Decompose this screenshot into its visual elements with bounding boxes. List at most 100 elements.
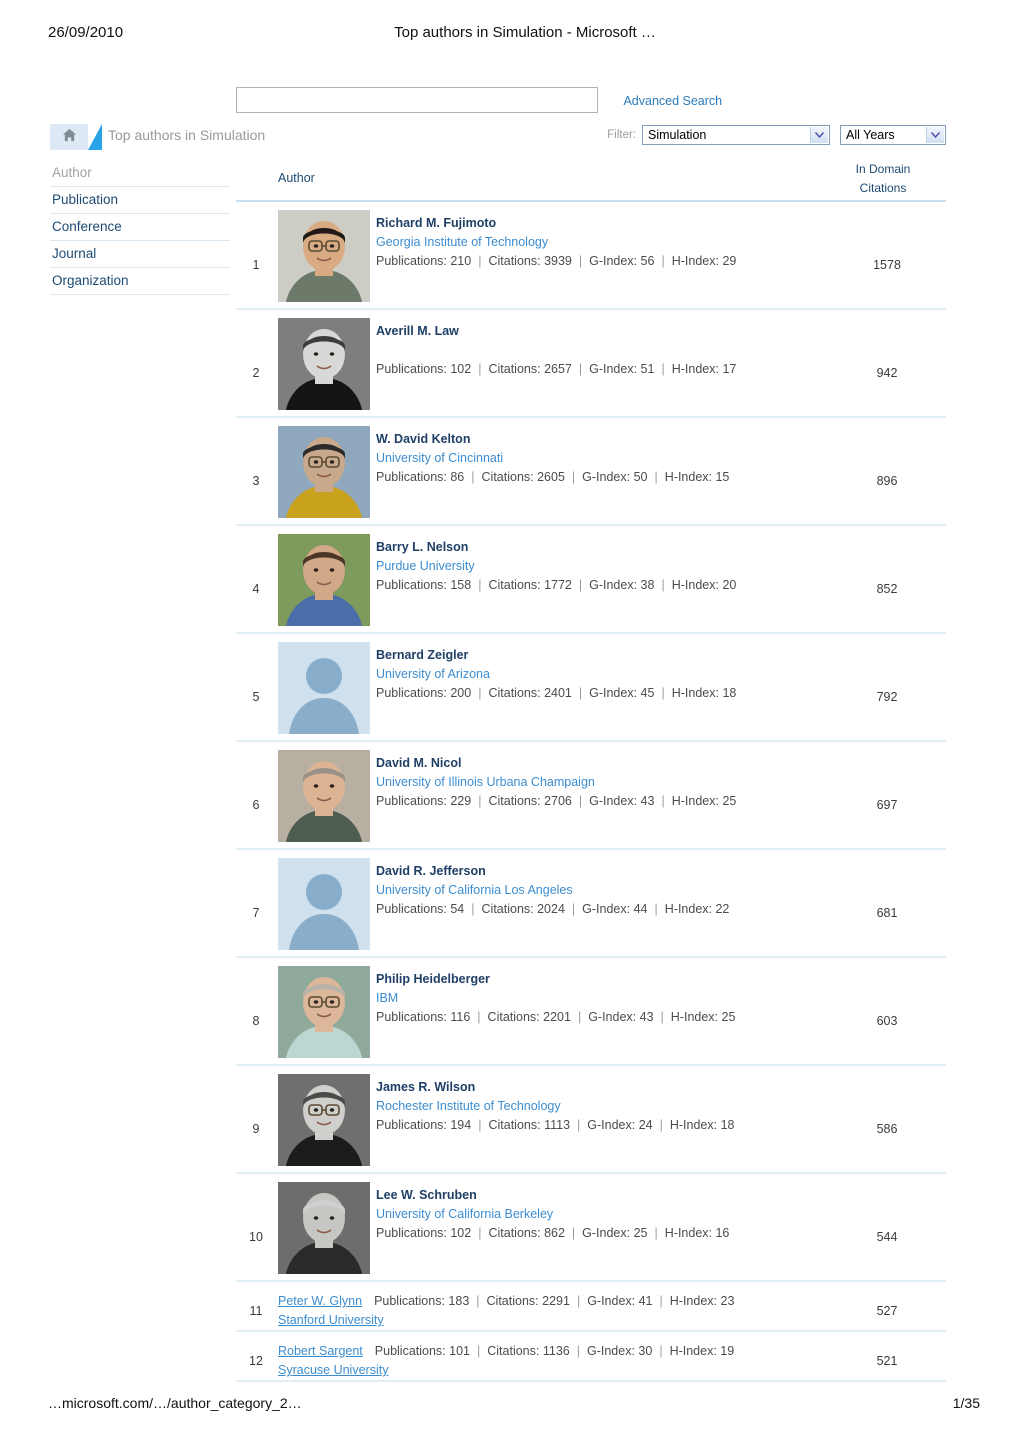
home-button[interactable] xyxy=(50,124,88,150)
author-organization-link[interactable]: University of California Berkeley xyxy=(376,1207,553,1221)
author-organization-link[interactable]: University of Illinois Urbana Champaign xyxy=(376,775,595,789)
search-input[interactable] xyxy=(236,87,598,113)
author-organization-link[interactable]: Syracuse University xyxy=(278,1363,388,1377)
stat-separator: | xyxy=(477,1010,481,1024)
hindex-label: H-Index: xyxy=(670,1010,719,1024)
table-row: 10 Lee W. Schruben University of Californi… xyxy=(236,1174,946,1282)
sidebar: Author Publication Conference Journal Organi… xyxy=(50,160,230,295)
sidebar-item-label: Author xyxy=(52,165,92,180)
photo-schruben xyxy=(278,1182,370,1274)
author-photo[interactable] xyxy=(278,858,370,950)
author-organization-link[interactable]: IBM xyxy=(376,991,398,1005)
author-photo[interactable] xyxy=(278,426,370,518)
author-name-link[interactable]: W. David Kelton xyxy=(376,432,470,446)
author-name-link[interactable]: Barry L. Nelson xyxy=(376,540,468,554)
author-organization-link[interactable]: Purdue University xyxy=(376,559,475,573)
print-footer: …microsoft.com/…/author_category_2… 1/35 xyxy=(0,1395,1020,1417)
hindex-label: H-Index: xyxy=(671,362,719,376)
author-organization-link[interactable]: University of Cincinnati xyxy=(376,451,503,465)
column-header-line1: In Domain xyxy=(855,162,911,176)
author-photo[interactable] xyxy=(278,318,370,410)
author-organization-link[interactable]: Rochester Institute of Technology xyxy=(376,1099,561,1113)
citations-label: Citations: xyxy=(487,1010,540,1024)
gindex-value: 45 xyxy=(640,686,655,700)
gindex-value: 30 xyxy=(638,1344,653,1358)
author-name-link[interactable]: David R. Jefferson xyxy=(376,864,486,878)
author-name-link[interactable]: Bernard Zeigler xyxy=(376,648,468,662)
author-name-link[interactable]: Richard M. Fujimoto xyxy=(376,216,496,230)
author-organization-link[interactable]: Stanford University xyxy=(278,1313,384,1327)
author-photo[interactable] xyxy=(278,642,370,734)
author-meta: Lee W. Schruben University of California … xyxy=(376,1186,828,1243)
chevron-down-icon[interactable] xyxy=(810,127,828,143)
in-domain-citations-value: 852 xyxy=(876,582,898,596)
publications-value: 102 xyxy=(450,1226,472,1240)
stat-separator: | xyxy=(659,1118,663,1132)
breadcrumb: Top authors in Simulation Filter: Simula… xyxy=(50,124,946,150)
author-name-link[interactable]: Philip Heidelberger xyxy=(376,972,490,986)
citations-value: 1772 xyxy=(544,578,572,592)
publications-label: Publications: xyxy=(376,362,447,376)
hindex-value: 23 xyxy=(720,1294,735,1308)
hindex-value: 29 xyxy=(722,254,737,268)
hindex-value: 25 xyxy=(722,794,737,808)
author-photo[interactable] xyxy=(278,210,370,302)
stat-separator: | xyxy=(471,470,475,484)
stat-separator: | xyxy=(578,578,583,592)
author-photo[interactable] xyxy=(278,750,370,842)
author-summary-line: Robert Sargent Publications: 101 | Citation… xyxy=(278,1341,828,1361)
author-organization-link[interactable]: Georgia Institute of Technology xyxy=(376,235,548,249)
table-row: 6 David M. Nicol University of Illinois Ur… xyxy=(236,742,946,850)
publications-label: Publications: xyxy=(376,1010,447,1024)
author-stats: Publications: 200 | Citations: 2401 | G-Inde… xyxy=(376,684,828,703)
publications-label: Publications: xyxy=(374,1294,445,1308)
author-name-link[interactable]: David M. Nicol xyxy=(376,756,461,770)
photo-law xyxy=(278,318,370,410)
in-domain-citations-value: 1578 xyxy=(873,258,901,272)
sidebar-item-journal[interactable]: Journal xyxy=(50,241,230,268)
table-row: 9 James R. Wilson Rochester Institute of T… xyxy=(236,1066,946,1174)
sidebar-item-conference[interactable]: Conference xyxy=(50,214,230,241)
author-name-link[interactable]: Lee W. Schruben xyxy=(376,1188,477,1202)
in-domain-citations-value: 521 xyxy=(876,1354,898,1368)
author-organization-link[interactable]: University of Arizona xyxy=(376,667,490,681)
row-rank: 12 xyxy=(249,1354,263,1368)
publications-value: 116 xyxy=(450,1010,471,1024)
domain-filter-select[interactable]: Simulation xyxy=(642,125,830,145)
gindex-label: G-Index: xyxy=(588,1010,637,1024)
sidebar-item-publication[interactable]: Publication xyxy=(50,187,230,214)
author-name-link[interactable]: Peter W. Glynn xyxy=(278,1294,362,1308)
stat-separator: | xyxy=(661,686,665,700)
filter-area: Filter: Simulation All Years xyxy=(607,125,946,145)
year-filter-select[interactable]: All Years xyxy=(840,125,946,145)
domain-filter-value: Simulation xyxy=(648,128,707,142)
gindex-value: 41 xyxy=(638,1294,653,1308)
stat-separator: | xyxy=(571,902,576,916)
column-header-author: Author xyxy=(278,171,315,185)
author-name-link[interactable]: Robert Sargent xyxy=(278,1344,363,1358)
author-meta: David M. Nicol University of Illinois Urb… xyxy=(376,754,828,811)
citations-label: Citations: xyxy=(481,470,534,484)
hindex-label: H-Index: xyxy=(671,686,719,700)
author-name-link[interactable]: Averill M. Law xyxy=(376,324,459,338)
author-photo[interactable] xyxy=(278,1182,370,1274)
advanced-search-link[interactable]: Advanced Search xyxy=(623,94,722,108)
gindex-value: 44 xyxy=(633,902,648,916)
stat-separator: | xyxy=(661,362,665,376)
author-organization-link[interactable]: University of California Los Angeles xyxy=(376,883,573,897)
gindex-label: G-Index: xyxy=(589,794,638,808)
author-name-link[interactable]: James R. Wilson xyxy=(376,1080,475,1094)
chevron-down-icon[interactable] xyxy=(926,127,944,143)
page-title: Top authors in Simulation xyxy=(108,127,266,143)
author-photo[interactable] xyxy=(278,966,370,1058)
gindex-label: G-Index: xyxy=(587,1118,636,1132)
author-photo[interactable] xyxy=(278,1074,370,1166)
row-rank: 10 xyxy=(249,1230,263,1244)
in-domain-citations-value: 544 xyxy=(876,1230,898,1244)
citations-label: Citations: xyxy=(488,362,541,376)
sidebar-item-author: Author xyxy=(50,160,230,187)
gindex-value: 38 xyxy=(640,578,655,592)
sidebar-item-organization[interactable]: Organization xyxy=(50,268,230,295)
sidebar-item-label: Journal xyxy=(52,246,97,261)
author-photo[interactable] xyxy=(278,534,370,626)
